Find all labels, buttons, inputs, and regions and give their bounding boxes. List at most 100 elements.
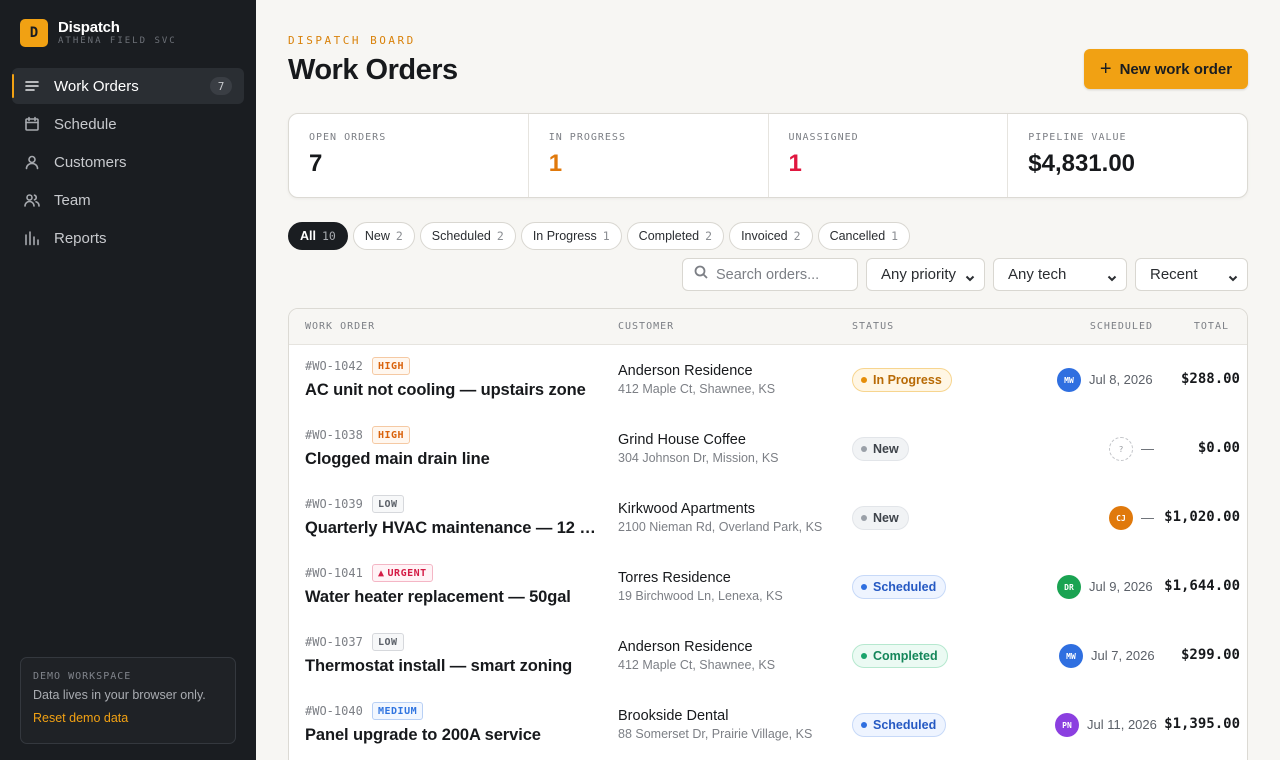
sidebar-item-label: Schedule: [54, 115, 117, 133]
demo-workspace-panel: DEMO WORKSPACE Data lives in your browse…: [20, 657, 236, 744]
status-dot: [861, 653, 867, 659]
sort-select[interactable]: Recent: [1135, 258, 1248, 291]
chip-in-progress[interactable]: In Progress 1: [520, 222, 622, 250]
demo-text: Data lives in your browser only.: [33, 688, 206, 702]
chip-label: All: [300, 229, 316, 243]
chip-count: 1: [891, 229, 899, 243]
status-label: Scheduled: [873, 580, 937, 594]
column-status[interactable]: STATUS: [852, 321, 894, 332]
chip-cancelled[interactable]: Cancelled 1: [817, 222, 911, 250]
customer-address: 412 Maple Ct, Shawnee, KS: [618, 658, 776, 672]
sidebar-item-label: Reports: [54, 229, 107, 247]
work-order-title: Thermostat install — smart zoning: [305, 657, 573, 675]
sidebar-item-label: Customers: [54, 153, 127, 171]
chip-label: Scheduled: [431, 229, 491, 243]
chip-completed[interactable]: Completed 2: [626, 222, 725, 250]
status-filter-chips: All 10 New 2 Scheduled 2 In Progress 1 Compl…: [288, 222, 915, 250]
sidebar-item-customers[interactable]: Customers: [12, 144, 244, 180]
customer-name: Torres Residence: [618, 570, 731, 586]
work-order-title: Water heater replacement — 50gal: [305, 588, 571, 606]
warning-triangle-icon: ▲: [378, 567, 385, 579]
chip-label: Cancelled: [829, 229, 886, 243]
priority-badge: MEDIUM: [372, 702, 424, 720]
priority-select[interactable]: Any priority: [866, 258, 985, 291]
chip-all[interactable]: All 10: [288, 222, 348, 250]
brand[interactable]: D Dispatch ATHENA FIELD SVC: [20, 19, 177, 47]
sort-select-value: Recent: [1150, 266, 1198, 283]
work-order-title: Clogged main drain line: [305, 450, 490, 468]
scheduled-date: Jul 11, 2026: [1087, 717, 1157, 732]
table-row[interactable]: #WO-1042 HIGH AC unit not cooling — upst…: [289, 345, 1247, 414]
table-row[interactable]: #WO-1038 HIGH Clogged main drain line Gr…: [289, 414, 1247, 483]
stat-value: 1: [548, 150, 563, 177]
plus-icon: +: [1099, 58, 1112, 80]
priority-badge: LOW: [372, 495, 404, 513]
column-customer[interactable]: CUSTOMER: [618, 321, 674, 332]
sidebar-item-count: 7: [210, 77, 232, 95]
chip-count: 10: [321, 229, 336, 243]
status-badge: In Progress: [852, 368, 952, 392]
brand-subtitle: ATHENA FIELD SVC: [58, 36, 177, 46]
work-order-title: Quarterly HVAC maintenance — 12 units: [305, 519, 601, 537]
work-order-id: #WO-1040: [305, 704, 363, 718]
new-work-order-button[interactable]: + New work order: [1084, 49, 1248, 89]
customer-address: 2100 Nieman Rd, Overland Park, KS: [618, 520, 823, 534]
status-badge: Scheduled: [852, 575, 947, 599]
status-dot: [861, 722, 867, 728]
work-order-id: #WO-1039: [305, 497, 363, 511]
table-row[interactable]: #WO-1040 MEDIUM Panel upgrade to 200A se…: [289, 690, 1247, 759]
sidebar-nav: Work Orders 7 Schedule Customers Team Re…: [12, 68, 244, 258]
avatar: PN: [1055, 713, 1079, 737]
column-scheduled[interactable]: SCHEDULED: [1090, 321, 1153, 332]
scheduled-date: Jul 7, 2026: [1091, 648, 1155, 663]
stat-label: UNASSIGNED: [788, 132, 859, 143]
column-work-order[interactable]: WORK ORDER: [305, 321, 375, 332]
sidebar: D Dispatch ATHENA FIELD SVC Work Orders …: [0, 0, 256, 760]
stat-label: OPEN ORDERS: [309, 132, 387, 143]
sidebar-item-work-orders[interactable]: Work Orders 7: [12, 68, 244, 104]
avatar: MW: [1059, 644, 1083, 668]
search-input[interactable]: [716, 266, 856, 283]
customer-address: 412 Maple Ct, Shawnee, KS: [618, 382, 776, 396]
status-label: Scheduled: [873, 718, 937, 732]
tech-select[interactable]: Any tech: [993, 258, 1127, 291]
calendar-icon: [24, 116, 40, 132]
table-header: WORK ORDER CUSTOMER STATUS SCHEDULED TOT…: [289, 309, 1247, 345]
chevron-down-icon: [1228, 270, 1238, 282]
chip-count: 2: [793, 229, 801, 243]
work-order-id: #WO-1038: [305, 428, 363, 442]
table-row[interactable]: #WO-1041 ▲ URGENT Water heater replacemen…: [289, 552, 1247, 621]
tech-select-value: Any tech: [1008, 266, 1067, 283]
status-label: New: [873, 511, 899, 525]
sidebar-item-schedule[interactable]: Schedule: [12, 106, 244, 142]
column-total[interactable]: TOTAL: [1194, 321, 1229, 332]
table-row[interactable]: #WO-1037 LOW Thermostat install — smart …: [289, 621, 1247, 690]
customer-address: 88 Somerset Dr, Prairie Village, KS: [618, 727, 813, 741]
chip-scheduled[interactable]: Scheduled 2: [419, 222, 516, 250]
status-label: Completed: [873, 649, 938, 663]
status-badge: New: [852, 506, 909, 530]
priority-badge: ▲ URGENT: [372, 564, 433, 582]
work-order-id: #WO-1041: [305, 566, 363, 580]
status-dot: [861, 446, 867, 452]
reset-demo-link[interactable]: Reset demo data: [33, 711, 223, 725]
sidebar-item-team[interactable]: Team: [12, 182, 244, 218]
work-order-id: #WO-1037: [305, 635, 363, 649]
search-box: [682, 258, 858, 291]
status-dot: [861, 584, 867, 590]
status-label: New: [873, 442, 899, 456]
sidebar-item-reports[interactable]: Reports: [12, 220, 244, 256]
priority-badge: HIGH: [372, 426, 411, 444]
stats-panel: OPEN ORDERS 7 IN PROGRESS 1 UNASSIGNED 1…: [288, 113, 1248, 198]
chip-label: Invoiced: [741, 229, 788, 243]
scheduled-date: —: [1141, 441, 1154, 456]
stat-label: IN PROGRESS: [548, 132, 626, 143]
chip-label: Completed: [638, 229, 700, 243]
table-row[interactable]: #WO-1039 LOW Quarterly HVAC maintenance …: [289, 483, 1247, 552]
chip-invoiced[interactable]: Invoiced 2: [729, 222, 813, 250]
priority-badge: LOW: [372, 633, 404, 651]
order-total: $1,644.00: [1164, 578, 1240, 594]
brand-name: Dispatch: [58, 19, 120, 36]
work-order-title: AC unit not cooling — upstairs zone: [305, 381, 586, 399]
chip-new[interactable]: New 2: [352, 222, 415, 250]
